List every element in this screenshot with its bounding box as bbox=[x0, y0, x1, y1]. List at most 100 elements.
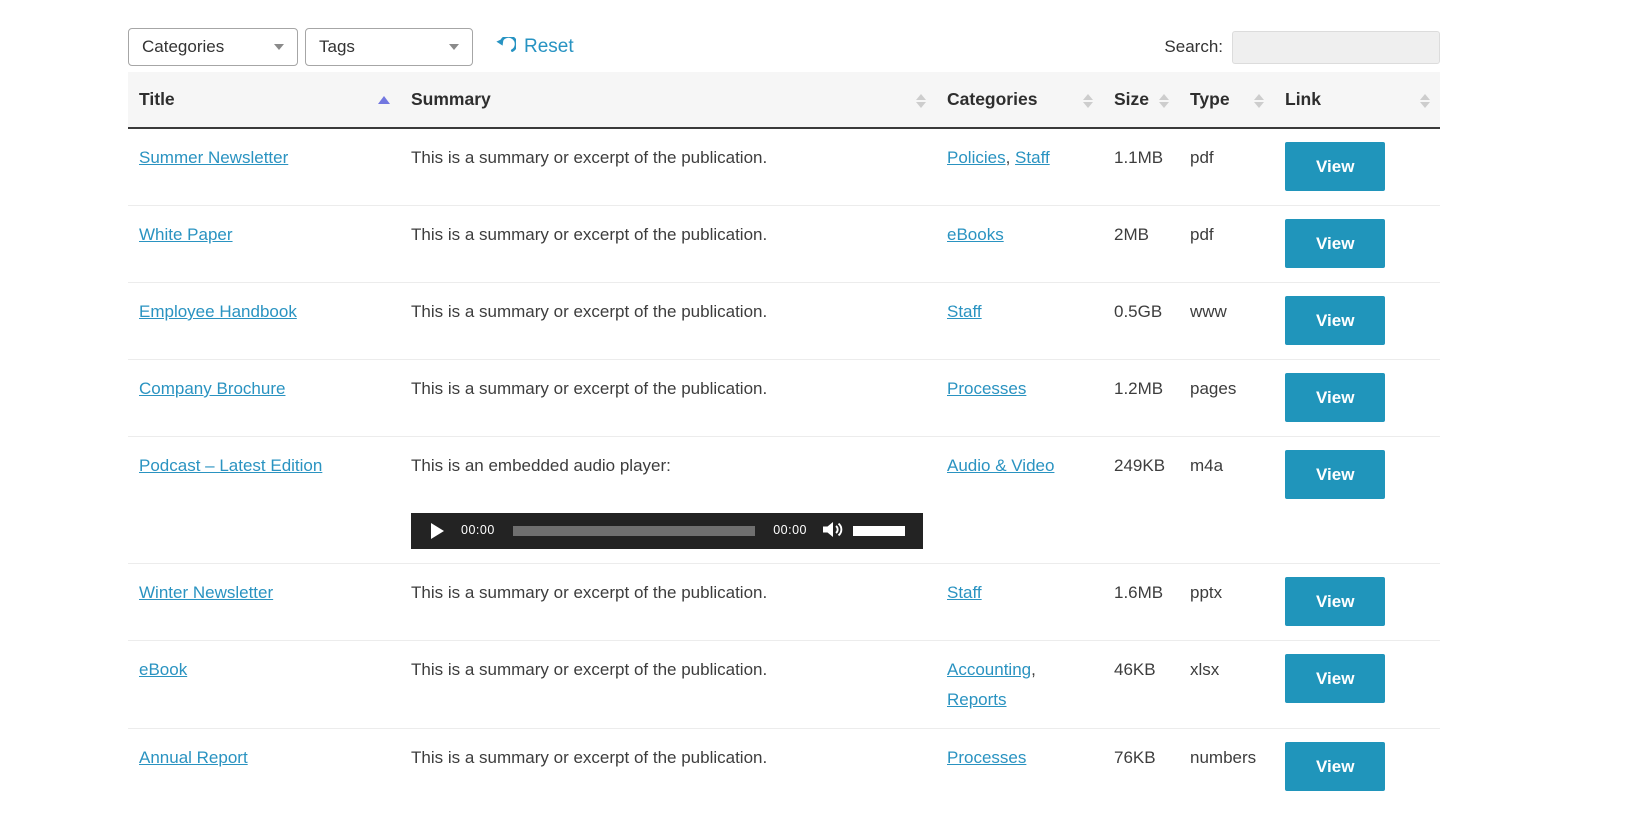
size-cell: 46KB bbox=[1103, 640, 1179, 729]
size-cell: 1.6MB bbox=[1103, 563, 1179, 640]
view-button[interactable]: View bbox=[1285, 742, 1385, 791]
link-cell: View bbox=[1274, 640, 1440, 729]
title-cell: Annual Report bbox=[128, 729, 400, 815]
category-link[interactable]: Policies bbox=[947, 148, 1006, 167]
summary-cell: This is a summary or excerpt of the publ… bbox=[400, 360, 936, 437]
categories-cell: Processes bbox=[936, 360, 1103, 437]
column-header-size[interactable]: Size bbox=[1103, 72, 1179, 128]
link-cell: View bbox=[1274, 360, 1440, 437]
categories-cell: Staff bbox=[936, 563, 1103, 640]
speaker-icon bbox=[823, 521, 844, 541]
view-button[interactable]: View bbox=[1285, 142, 1385, 191]
categories-cell: eBooks bbox=[936, 206, 1103, 283]
title-cell: Podcast – Latest Edition bbox=[128, 437, 400, 564]
category-link[interactable]: Processes bbox=[947, 748, 1026, 767]
play-button[interactable] bbox=[431, 523, 444, 539]
title-cell: Employee Handbook bbox=[128, 283, 400, 360]
volume-slider[interactable] bbox=[853, 526, 905, 536]
sort-icon bbox=[1083, 94, 1093, 108]
audio-duration: 00:00 bbox=[773, 520, 807, 542]
type-cell: pptx bbox=[1179, 563, 1274, 640]
tags-filter-dropdown[interactable]: Tags bbox=[305, 28, 473, 66]
sort-icon bbox=[1254, 94, 1264, 108]
document-title-link[interactable]: Employee Handbook bbox=[139, 302, 297, 321]
column-header-link[interactable]: Link bbox=[1274, 72, 1440, 128]
title-cell: Company Brochure bbox=[128, 360, 400, 437]
title-cell: White Paper bbox=[128, 206, 400, 283]
categories-cell: Staff bbox=[936, 283, 1103, 360]
category-link[interactable]: Staff bbox=[947, 583, 982, 602]
type-cell: pdf bbox=[1179, 206, 1274, 283]
tags-filter-label: Tags bbox=[319, 37, 355, 57]
type-cell: numbers bbox=[1179, 729, 1274, 815]
category-link[interactable]: Staff bbox=[947, 302, 982, 321]
view-button[interactable]: View bbox=[1285, 373, 1385, 422]
view-button[interactable]: View bbox=[1285, 577, 1385, 626]
category-link[interactable]: Staff bbox=[1015, 148, 1050, 167]
categories-cell: Audio & Video bbox=[936, 437, 1103, 564]
document-library-page: Categories Tags Reset Search: bbox=[0, 0, 1640, 815]
table-row: eBook This is a summary or excerpt of th… bbox=[128, 640, 1440, 729]
chevron-down-icon bbox=[274, 44, 284, 50]
document-title-link[interactable]: Company Brochure bbox=[139, 379, 285, 398]
category-link[interactable]: Accounting bbox=[947, 660, 1031, 679]
summary-text: This is an embedded audio player: bbox=[411, 451, 925, 481]
table-row: White Paper This is a summary or excerpt… bbox=[128, 206, 1440, 283]
table-row: Employee Handbook This is a summary or e… bbox=[128, 283, 1440, 360]
title-cell: eBook bbox=[128, 640, 400, 729]
link-cell: View bbox=[1274, 563, 1440, 640]
search-label: Search: bbox=[1164, 37, 1223, 57]
type-cell: pages bbox=[1179, 360, 1274, 437]
view-button[interactable]: View bbox=[1285, 296, 1385, 345]
category-link[interactable]: Processes bbox=[947, 379, 1026, 398]
category-link[interactable]: Reports bbox=[947, 690, 1007, 709]
link-cell: View bbox=[1274, 283, 1440, 360]
link-cell: View bbox=[1274, 128, 1440, 206]
size-cell: 2MB bbox=[1103, 206, 1179, 283]
size-cell: 1.2MB bbox=[1103, 360, 1179, 437]
summary-cell: This is a summary or excerpt of the publ… bbox=[400, 128, 936, 206]
categories-filter-label: Categories bbox=[142, 37, 224, 57]
document-title-link[interactable]: Winter Newsletter bbox=[139, 583, 273, 602]
column-header-categories[interactable]: Categories bbox=[936, 72, 1103, 128]
category-link[interactable]: eBooks bbox=[947, 225, 1004, 244]
search-input[interactable] bbox=[1232, 31, 1440, 64]
document-title-link[interactable]: Summer Newsletter bbox=[139, 148, 288, 167]
reset-button[interactable]: Reset bbox=[495, 36, 574, 58]
size-cell: 1.1MB bbox=[1103, 128, 1179, 206]
mute-button[interactable] bbox=[823, 521, 844, 541]
reset-label: Reset bbox=[524, 36, 574, 58]
summary-cell: This is a summary or excerpt of the publ… bbox=[400, 206, 936, 283]
reset-icon bbox=[495, 37, 516, 58]
summary-cell: This is a summary or excerpt of the publ… bbox=[400, 563, 936, 640]
category-link[interactable]: Audio & Video bbox=[947, 456, 1054, 475]
table-row-audio: Podcast – Latest Edition This is an embe… bbox=[128, 437, 1440, 564]
document-title-link[interactable]: White Paper bbox=[139, 225, 233, 244]
column-header-type[interactable]: Type bbox=[1179, 72, 1274, 128]
title-cell: Summer Newsletter bbox=[128, 128, 400, 206]
size-cell: 249KB bbox=[1103, 437, 1179, 564]
view-button[interactable]: View bbox=[1285, 450, 1385, 499]
document-title-link[interactable]: eBook bbox=[139, 660, 187, 679]
categories-filter-dropdown[interactable]: Categories bbox=[128, 28, 298, 66]
categories-cell: Policies, Staff bbox=[936, 128, 1103, 206]
view-button[interactable]: View bbox=[1285, 219, 1385, 268]
size-cell: 0.5GB bbox=[1103, 283, 1179, 360]
summary-cell: This is a summary or excerpt of the publ… bbox=[400, 729, 936, 815]
link-cell: View bbox=[1274, 729, 1440, 815]
table-row: Winter Newsletter This is a summary or e… bbox=[128, 563, 1440, 640]
sort-icon bbox=[916, 94, 926, 108]
seek-bar[interactable] bbox=[513, 526, 755, 536]
view-button[interactable]: View bbox=[1285, 654, 1385, 703]
type-cell: xlsx bbox=[1179, 640, 1274, 729]
sort-icon bbox=[1159, 94, 1169, 108]
column-header-title[interactable]: Title bbox=[128, 72, 400, 128]
column-header-summary[interactable]: Summary bbox=[400, 72, 936, 128]
type-cell: pdf bbox=[1179, 128, 1274, 206]
categories-cell: Accounting, Reports bbox=[936, 640, 1103, 729]
chevron-down-icon bbox=[449, 44, 459, 50]
table-row: Annual Report This is a summary or excer… bbox=[128, 729, 1440, 815]
sort-ascending-icon bbox=[378, 96, 390, 104]
document-title-link[interactable]: Annual Report bbox=[139, 748, 248, 767]
document-title-link[interactable]: Podcast – Latest Edition bbox=[139, 456, 322, 475]
